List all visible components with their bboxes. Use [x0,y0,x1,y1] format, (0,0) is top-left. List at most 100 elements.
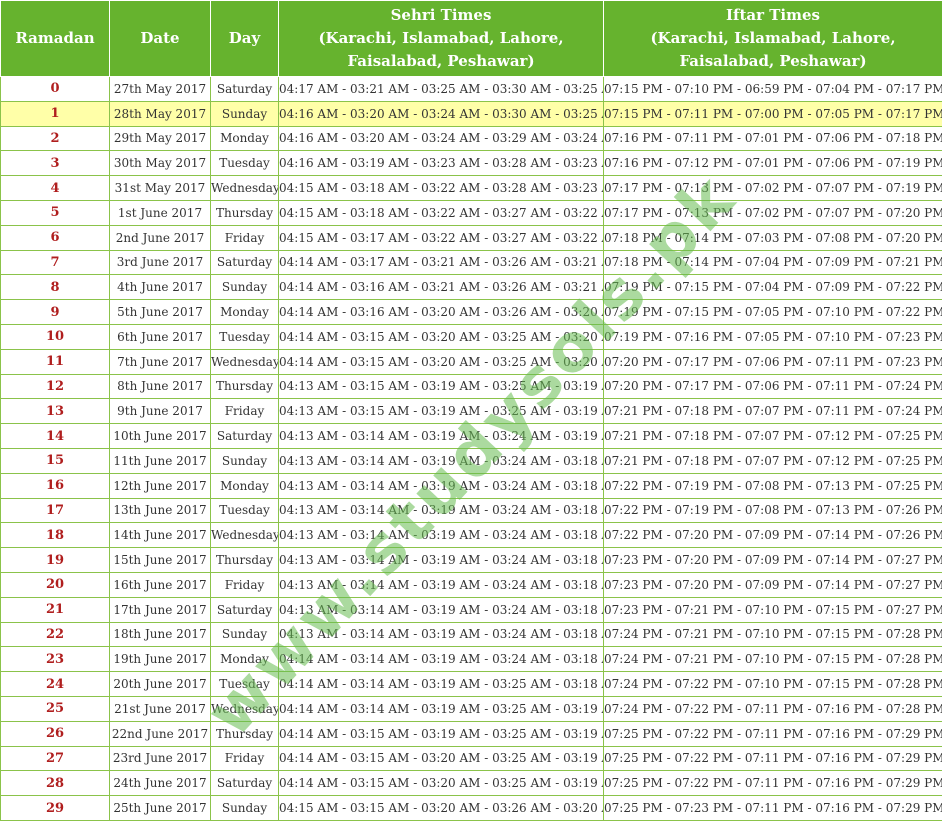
date-cell: 9th June 2017 [109,398,211,425]
date-cell: 14th June 2017 [109,522,211,549]
table-row: 4 31st May 2017 Wednesday 04:15 AM - 03:18 … [0,175,942,201]
ramadan-day-cell: 14 [0,423,110,449]
iftar-times-cell: 07:24 PM - 07:22 PM - 07:10 PM - 07:15 P… [603,671,942,697]
sehri-times-cell: 04:14 AM - 03:17 AM - 03:21 AM - 03:26 A… [278,249,604,276]
table-row: 23 19th June 2017 Monday 04:14 AM - 03:14 A… [0,646,942,673]
date-cell: 18th June 2017 [109,621,211,648]
date-column-header: Date [109,0,211,77]
iftar-times-cell: 07:20 PM - 07:17 PM - 07:06 PM - 07:11 P… [603,348,942,375]
sehri-times-cell: 04:16 AM - 03:19 AM - 03:23 AM - 03:28 A… [278,150,604,177]
sehri-times-cell: 04:14 AM - 03:14 AM - 03:19 AM - 03:25 A… [278,695,604,722]
table-row: 16 12th June 2017 Monday 04:13 AM - 03:14 A… [0,472,942,499]
iftar-times-cell: 07:18 PM - 07:14 PM - 07:03 PM - 07:08 P… [603,224,942,251]
weekday-cell: Thursday [210,373,279,400]
sehri-times-cell: 04:13 AM - 03:14 AM - 03:19 AM - 03:24 A… [278,596,604,623]
weekday-cell: Tuesday [210,671,279,697]
ramadan-day-cell: 2 [0,125,110,152]
ramadan-day-cell: 27 [0,745,110,772]
ramadan-day-cell: 9 [0,299,110,325]
ramadan-day-cell: 12 [0,373,110,400]
date-cell: 20th June 2017 [109,671,211,697]
ramadan-day-cell: 0 [0,76,110,102]
ramadan-day-cell: 19 [0,547,110,573]
date-cell: 28th May 2017 [109,100,211,127]
weekday-cell: Friday [210,398,279,425]
table-row: 12 8th June 2017 Thursday 04:13 AM - 03:15 … [0,373,942,400]
ramadan-timetable: Ramadan Date Day Sehri Times (Karachi, I… [0,0,942,821]
ramadan-day-cell: 11 [0,348,110,375]
iftar-times-cell: 07:19 PM - 07:16 PM - 07:05 PM - 07:10 P… [603,323,942,350]
iftar-times-cell: 07:22 PM - 07:20 PM - 07:09 PM - 07:14 P… [603,522,942,549]
table-row: 11 7th June 2017 Wednesday 04:14 AM - 03:15… [0,348,942,375]
sehri-header-line: Sehri Times [390,6,492,24]
date-cell: 23rd June 2017 [109,745,211,772]
iftar-times-cell: 07:24 PM - 07:21 PM - 07:10 PM - 07:15 P… [603,621,942,648]
sehri-times-cell: 04:15 AM - 03:17 AM - 03:22 AM - 03:27 A… [278,224,604,251]
weekday-cell: Saturday [210,596,279,623]
weekday-cell: Wednesday [210,522,279,549]
weekday-cell: Monday [210,299,279,325]
sehri-times-cell: 04:14 AM - 03:15 AM - 03:20 AM - 03:25 A… [278,770,604,797]
table-row: 17 13th June 2017 Tuesday 04:13 AM - 03:14 … [0,497,942,524]
date-cell: 22nd June 2017 [109,720,211,747]
table-row: 10 6th June 2017 Tuesday 04:14 AM - 03:15 A… [0,323,942,350]
ramadan-day-cell: 28 [0,770,110,797]
sehri-times-cell: 04:13 AM - 03:15 AM - 03:19 AM - 03:25 A… [278,398,604,425]
table-row: 15 11th June 2017 Sunday 04:13 AM - 03:14 A… [0,447,942,474]
sehri-header-line: Faisalabad, Peshawar) [347,52,535,70]
date-cell: 11th June 2017 [109,447,211,474]
date-cell: 29th May 2017 [109,125,211,152]
date-cell: 4th June 2017 [109,274,211,301]
table-row: 22 18th June 2017 Sunday 04:13 AM - 03:14 A… [0,621,942,648]
ramadan-day-cell: 17 [0,497,110,524]
weekday-cell: Wednesday [210,695,279,722]
table-row: 28 24th June 2017 Saturday 04:14 AM - 03:15… [0,770,942,797]
iftar-times-cell: 07:19 PM - 07:15 PM - 07:05 PM - 07:10 P… [603,299,942,325]
weekday-cell: Tuesday [210,323,279,350]
sehri-times-cell: 04:13 AM - 03:14 AM - 03:19 AM - 03:24 A… [278,547,604,573]
weekday-cell: Monday [210,646,279,673]
sehri-times-cell: 04:13 AM - 03:14 AM - 03:19 AM - 03:24 A… [278,423,604,449]
weekday-cell: Saturday [210,770,279,797]
date-cell: 30th May 2017 [109,150,211,177]
iftar-times-cell: 07:24 PM - 07:21 PM - 07:10 PM - 07:15 P… [603,646,942,673]
sehri-times-cell: 04:14 AM - 03:15 AM - 03:20 AM - 03:25 A… [278,323,604,350]
iftar-times-cell: 07:23 PM - 07:21 PM - 07:10 PM - 07:15 P… [603,596,942,623]
table-row: 27 23rd June 2017 Friday 04:14 AM - 03:15 A… [0,745,942,772]
iftar-times-cell: 07:20 PM - 07:17 PM - 07:06 PM - 07:11 P… [603,373,942,400]
ramadan-day-cell: 3 [0,150,110,177]
iftar-times-cell: 07:16 PM - 07:12 PM - 07:01 PM - 07:06 P… [603,150,942,177]
weekday-cell: Tuesday [210,150,279,177]
sehri-times-cell: 04:13 AM - 03:14 AM - 03:19 AM - 03:24 A… [278,571,604,598]
date-cell: 25th June 2017 [109,795,211,821]
sehri-times-cell: 04:14 AM - 03:15 AM - 03:20 AM - 03:25 A… [278,745,604,772]
table-row: 9 5th June 2017 Monday 04:14 AM - 03:16 AM … [0,299,942,325]
iftar-times-cell: 07:21 PM - 07:18 PM - 07:07 PM - 07:11 P… [603,398,942,425]
date-cell: 27th May 2017 [109,76,211,102]
date-cell: 31st May 2017 [109,175,211,201]
ramadan-day-cell: 21 [0,596,110,623]
weekday-cell: Saturday [210,423,279,449]
ramadan-day-cell: 23 [0,646,110,673]
weekday-cell: Sunday [210,795,279,821]
weekday-cell: Friday [210,571,279,598]
ramadan-day-cell: 10 [0,323,110,350]
ramadan-day-cell: 8 [0,274,110,301]
iftar-times-cell: 07:21 PM - 07:18 PM - 07:07 PM - 07:12 P… [603,447,942,474]
weekday-cell: Thursday [210,547,279,573]
ramadan-day-cell: 5 [0,199,110,226]
table-row-highlighted: 1 28th May 2017 Sunday 04:16 AM - 03:20 AM … [0,100,942,127]
date-cell: 12th June 2017 [109,472,211,499]
table-row: 7 3rd June 2017 Saturday 04:14 AM - 03:17 A… [0,249,942,276]
table-row: 18 14th June 2017 Wednesday 04:13 AM - 03:1… [0,522,942,549]
table-row: 13 9th June 2017 Friday 04:13 AM - 03:15 AM… [0,398,942,425]
weekday-cell: Sunday [210,447,279,474]
table-row: 29 25th June 2017 Sunday 04:15 AM - 03:15 A… [0,795,942,821]
table-row: 26 22nd June 2017 Thursday 04:14 AM - 03:15… [0,720,942,747]
date-cell: 17th June 2017 [109,596,211,623]
sehri-times-cell: 04:14 AM - 03:16 AM - 03:20 AM - 03:26 A… [278,299,604,325]
sehri-times-cell: 04:15 AM - 03:18 AM - 03:22 AM - 03:28 A… [278,175,604,201]
weekday-cell: Sunday [210,100,279,127]
iftar-times-cell: 07:22 PM - 07:19 PM - 07:08 PM - 07:13 P… [603,497,942,524]
weekday-cell: Friday [210,745,279,772]
